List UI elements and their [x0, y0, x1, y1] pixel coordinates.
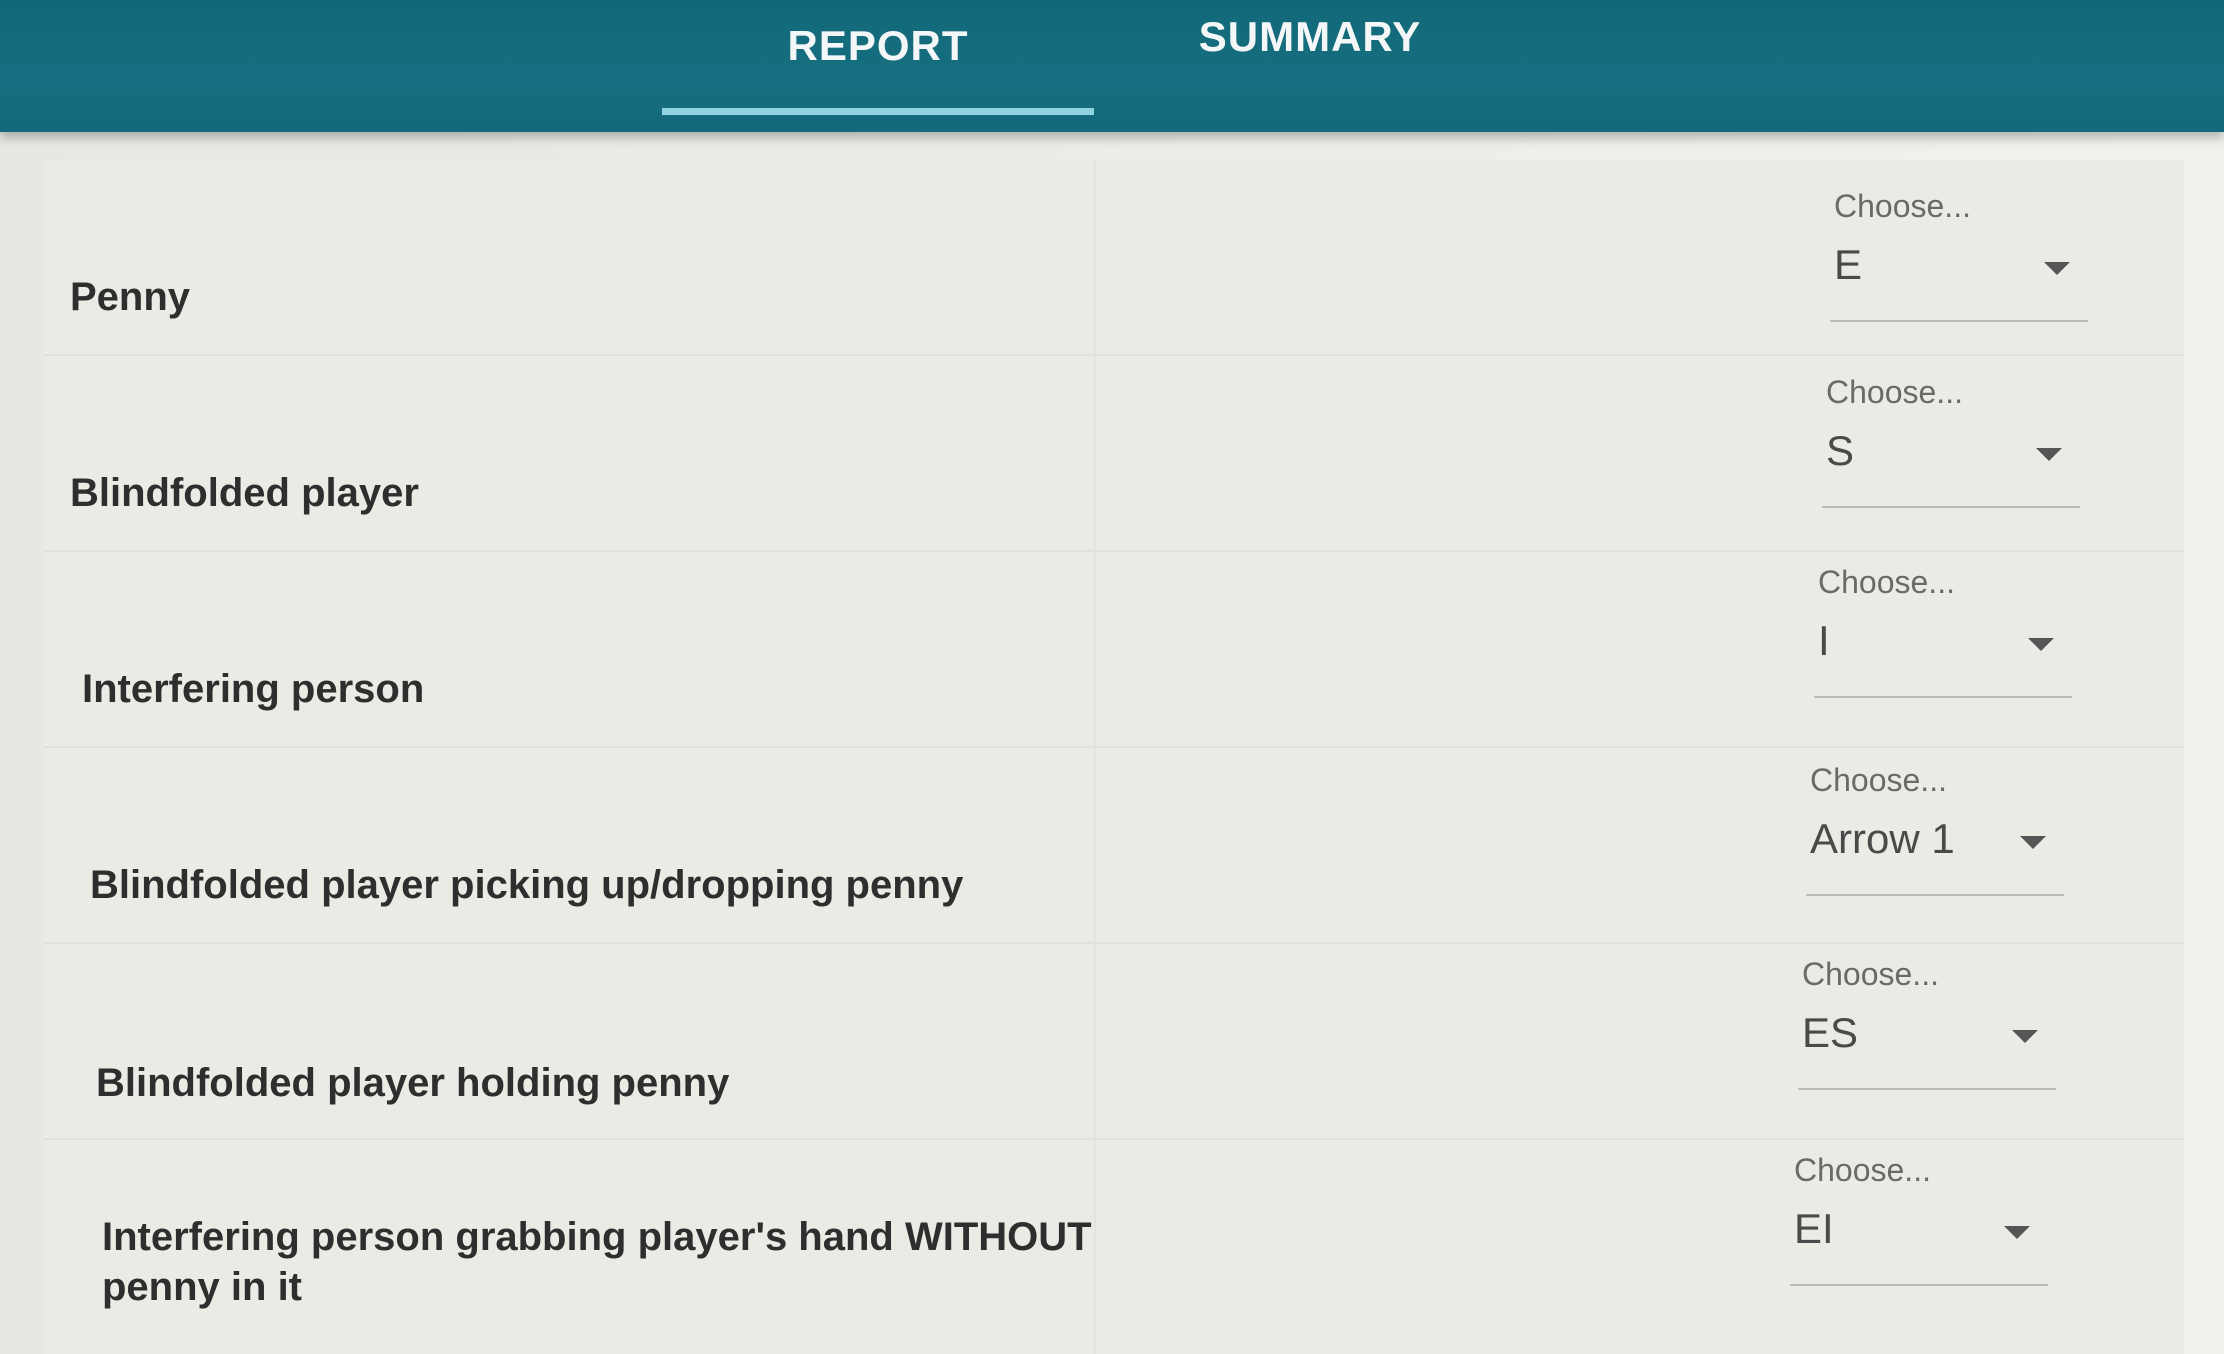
select-underline — [1830, 320, 2088, 322]
picking-up-dropping-select[interactable]: Choose... Arrow 1 — [1806, 754, 2064, 896]
report-row-picking-up-dropping: Blindfolded player picking up/dropping p… — [44, 748, 2184, 944]
active-tab-indicator — [662, 108, 1094, 115]
caret-down-icon[interactable] — [2004, 1226, 2030, 1239]
select-value: Arrow 1 — [1810, 815, 1955, 862]
row-label: Blindfolded player holding penny — [96, 1061, 730, 1105]
select-underline — [1806, 894, 2064, 896]
select-underline — [1814, 696, 2072, 698]
select-underline — [1822, 506, 2080, 508]
select-placeholder: Choose... — [1818, 564, 1955, 600]
select-placeholder: Choose... — [1802, 956, 1939, 992]
report-row-blindfolded-player: Blindfolded player Choose... S — [44, 356, 2184, 552]
caret-down-icon[interactable] — [2012, 1030, 2038, 1043]
holding-penny-select[interactable]: Choose... ES — [1798, 948, 2056, 1090]
tab-bar: REPORT SUMMARY — [0, 0, 2224, 132]
select-value: S — [1826, 427, 1855, 474]
select-placeholder: Choose... — [1794, 1152, 1931, 1188]
row-label: Interfering person — [82, 667, 425, 711]
report-row-interfering-person: Interfering person Choose... I — [44, 552, 2184, 748]
report-screen: REPORT SUMMARY Penny Choose... E Blindfo… — [0, 0, 2224, 1354]
select-value: E — [1834, 241, 1863, 288]
select-placeholder: Choose... — [1834, 188, 1971, 224]
caret-down-icon[interactable] — [2020, 836, 2046, 849]
penny-select[interactable]: Choose... E — [1830, 180, 2088, 322]
caret-down-icon[interactable] — [2028, 638, 2054, 651]
select-value: ES — [1802, 1009, 1859, 1056]
select-underline — [1798, 1088, 2056, 1090]
blindfolded-player-select[interactable]: Choose... S — [1822, 366, 2080, 508]
select-value: EI — [1794, 1205, 1834, 1252]
select-placeholder: Choose... — [1810, 762, 1947, 798]
report-row-grabbing-hand: Interfering person grabbing player's han… — [44, 1140, 2184, 1354]
caret-down-icon[interactable] — [2036, 448, 2062, 461]
row-label: Blindfolded player — [70, 471, 419, 515]
row-label: Penny — [70, 275, 191, 319]
report-row-holding-penny: Blindfolded player holding penny Choose.… — [44, 944, 2184, 1140]
select-underline — [1790, 1284, 2048, 1286]
tab-summary[interactable]: SUMMARY — [1094, 0, 1526, 132]
interfering-person-select[interactable]: Choose... I — [1814, 556, 2072, 698]
row-label: Interfering person grabbing player's han… — [102, 1215, 1092, 1309]
caret-down-icon[interactable] — [2044, 262, 2070, 275]
row-label: Blindfolded player picking up/dropping p… — [90, 863, 964, 907]
report-row-penny: Penny Choose... E — [44, 160, 2184, 356]
select-value: I — [1818, 617, 1830, 664]
grabbing-hand-select[interactable]: Choose... EI — [1790, 1144, 2048, 1286]
select-placeholder: Choose... — [1826, 374, 1963, 410]
